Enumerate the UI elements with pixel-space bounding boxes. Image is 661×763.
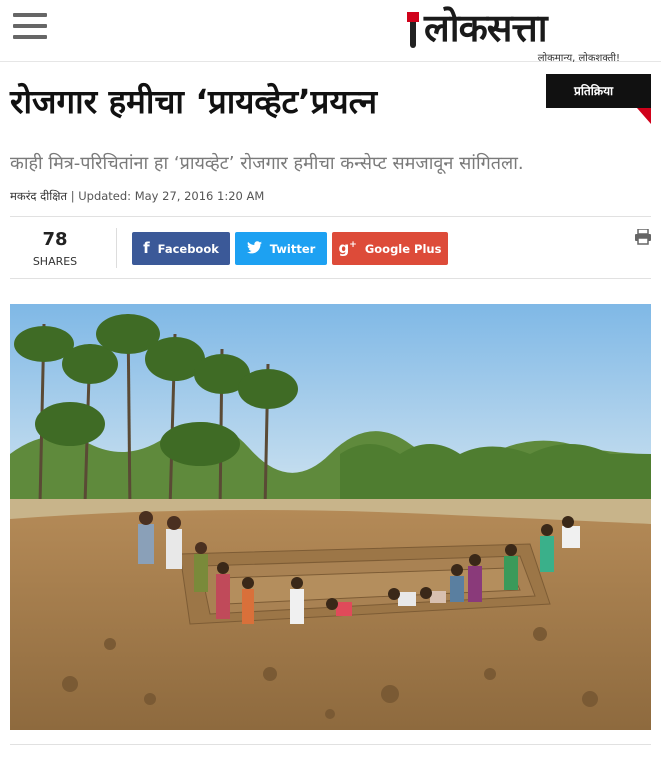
share-count-number: 78	[42, 229, 68, 250]
google-plus-share-button[interactable]: g+ Google Plus	[332, 232, 448, 265]
top-bar: लोकसत्ता लोकमान्य, लोकशक्ती!	[0, 0, 661, 64]
logo-text: लोकसत्ता	[424, 5, 548, 50]
twitter-label: Twitter	[269, 241, 316, 256]
comments-badge-tail	[637, 108, 651, 124]
divider	[10, 278, 651, 279]
twitter-share-button[interactable]: Twitter	[235, 232, 327, 265]
updated-timestamp: | Updated: May 27, 2016 1:20 AM	[70, 189, 265, 203]
share-divider	[116, 228, 117, 268]
logo-emblem-icon	[404, 12, 420, 50]
printer-icon[interactable]	[634, 228, 652, 245]
share-count-label: SHARES	[32, 255, 78, 268]
divider	[10, 744, 651, 745]
author-link[interactable]: मकरंद दीक्षित	[10, 189, 67, 203]
facebook-label: Facebook	[157, 241, 219, 256]
comments-badge[interactable]: प्रतिक्रिया	[546, 74, 651, 108]
logo-tagline: लोकमान्य, लोकशक्ती!	[537, 53, 620, 64]
site-logo[interactable]: लोकसत्ता लोकमान्य, लोकशक्ती!	[404, 5, 626, 64]
twitter-icon	[246, 240, 262, 257]
google-plus-icon: g+	[338, 239, 357, 257]
article-hero-image	[10, 304, 651, 730]
facebook-share-button[interactable]: f Facebook	[132, 232, 230, 265]
hamburger-menu-icon[interactable]	[13, 13, 47, 41]
share-count: 78 SHARES	[18, 229, 92, 270]
byline: मकरंद दीक्षित | Updated: May 27, 2016 1:…	[10, 189, 264, 204]
article-subtitle: काही मित्र-परिचितांना हा ‘प्रायव्हेट’ रो…	[10, 153, 524, 174]
facebook-icon: f	[143, 239, 150, 257]
divider	[10, 216, 651, 217]
google-plus-label: Google Plus	[364, 241, 442, 256]
article-title: रोजगार हमीचा ‘प्रायव्हेट’प्रयत्न	[10, 82, 378, 121]
